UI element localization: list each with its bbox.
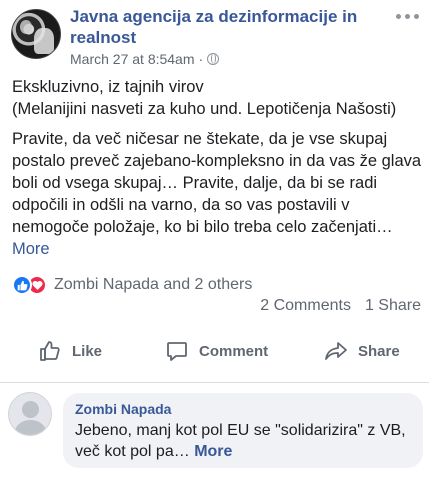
comment-label: Comment (199, 342, 269, 360)
globe-icon (207, 53, 220, 65)
avatar-body (15, 420, 46, 435)
comment-button[interactable]: Comment (165, 339, 268, 363)
thumbs-up-icon (40, 341, 60, 361)
share-button[interactable]: Share (324, 339, 400, 363)
post-paragraph: Pravite, da več ničesar ne štekate, da j… (12, 130, 422, 236)
reactions-summary[interactable]: Zombi Napada and 2 others (12, 275, 252, 295)
like-reaction-icon (12, 275, 32, 295)
post-body: Ekskluzivno, iz tajnih virov (Melanijini… (12, 76, 422, 268)
post-header: Javna agencija za dezinformacije in real… (0, 0, 429, 70)
like-button[interactable]: Like (38, 339, 102, 363)
comment-author-link[interactable]: Zombi Napada (75, 401, 411, 417)
page-name-link[interactable]: Javna agencija za dezinformacije in real… (70, 6, 370, 48)
section-divider (0, 382, 429, 383)
post-line: Ekskluzivno, iz tajnih virov (12, 78, 204, 96)
post-more-link[interactable]: More (12, 240, 50, 258)
post-line: (Melanijini nasveti za kuho und. Lepotič… (12, 100, 397, 118)
post-meta: March 27 at 8:54am · (70, 51, 220, 67)
commenter-avatar[interactable] (8, 392, 52, 436)
post-text-intro: Ekskluzivno, iz tajnih virov (Melanijini… (12, 76, 422, 120)
avatar-head (22, 401, 39, 418)
post-timestamp[interactable]: March 27 at 8:54am (70, 51, 195, 67)
comments-count-link[interactable]: 2 Comments (260, 297, 351, 315)
comment-icon (167, 342, 187, 361)
comment-more-link[interactable]: More (194, 443, 232, 460)
comment-text: Jebeno, manj kot pol EU se "solidarizira… (75, 420, 411, 462)
page-avatar[interactable] (11, 9, 61, 59)
meta-separator: · (198, 51, 204, 67)
more-options-icon[interactable] (396, 14, 419, 19)
share-label: Share (358, 342, 400, 360)
comment-body: Jebeno, manj kot pol EU se "solidarizira… (75, 422, 406, 460)
shares-count-link[interactable]: 1 Share (365, 297, 421, 315)
engagement-counts: 2 Comments 1 Share (260, 297, 421, 315)
comment-bubble: Zombi Napada Jebeno, manj kot pol EU se … (63, 393, 423, 468)
post-text-main: Pravite, da več ničesar ne štekate, da j… (12, 128, 422, 260)
avatar-figure (34, 28, 54, 54)
avatar-figure (20, 20, 32, 34)
share-arrow-icon (325, 342, 347, 360)
post-actions: Like Comment Share (0, 330, 429, 372)
like-label: Like (72, 342, 103, 360)
reaction-names: Zombi Napada and 2 others (54, 276, 253, 293)
